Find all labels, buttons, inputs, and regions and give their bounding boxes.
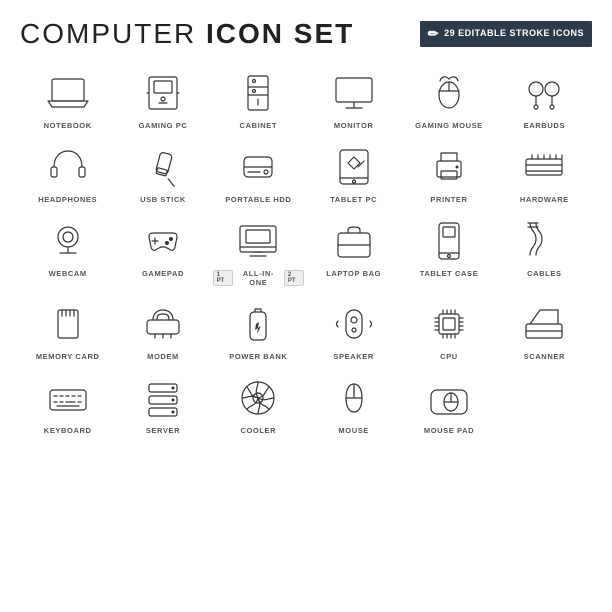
header: COMPUTER ICON SET ✏ 29 EDITABLE STROKE I…: [20, 18, 592, 50]
icon-cell-monitor: MONITOR: [306, 64, 401, 134]
server-label: SERVER: [146, 426, 180, 435]
tablet-case-icon: [426, 218, 472, 264]
tablet-pc-label: TABLET PC: [330, 195, 377, 204]
icon-cell-scanner: SCANNER: [497, 295, 592, 365]
gaming-mouse-icon: [426, 70, 472, 116]
icon-cell-speaker: SPEAKER: [306, 295, 401, 365]
icon-cell-printer: PRINTER: [401, 138, 496, 208]
pt-badge-1: 1 PT: [213, 270, 233, 286]
monitor-icon: [331, 70, 377, 116]
cpu-label: CPU: [440, 352, 458, 361]
icon-cell-gaming-pc: GAMING PC: [115, 64, 210, 134]
cabinet-icon: [235, 70, 281, 116]
notebook-label: NOTEBOOK: [44, 121, 92, 130]
page-title: COMPUTER ICON SET: [20, 18, 354, 50]
icon-cell-cpu: CPU: [401, 295, 496, 365]
tablet-case-label: TABLET CASE: [420, 269, 479, 278]
cables-icon: [521, 218, 567, 264]
icon-cell-gaming-mouse: GAMING MOUSE: [401, 64, 496, 134]
headphones-label: HEADPHONES: [38, 195, 97, 204]
mouse-label: MOUSE: [338, 426, 369, 435]
scanner-label: SCANNER: [524, 352, 565, 361]
icon-cell-usb-stick: USB STICK: [115, 138, 210, 208]
hardware-label: HARDWARE: [520, 195, 569, 204]
icon-cell-cables: CABLES: [497, 212, 592, 291]
badge: ✏ 29 EDITABLE STROKE ICONS: [420, 21, 592, 47]
badge-text: 29 EDITABLE STROKE ICONS: [444, 28, 584, 40]
webcam-label: WEBCAM: [49, 269, 87, 278]
power-bank-icon: [235, 301, 281, 347]
icon-cell-cabinet: CABINET: [211, 64, 306, 134]
power-bank-label: POWER BANK: [229, 352, 287, 361]
cpu-icon: [426, 301, 472, 347]
keyboard-icon: [45, 375, 91, 421]
all-in-one-icon: [235, 218, 281, 264]
gaming-mouse-label: GAMING MOUSE: [415, 121, 483, 130]
icon-cell-memory-card: MEMORY CARD: [20, 295, 115, 365]
cooler-label: COOLER: [240, 426, 276, 435]
notebook-icon: [45, 70, 91, 116]
icon-cell-modem: MODEM: [115, 295, 210, 365]
hardware-icon: [521, 144, 567, 190]
modem-label: MODEM: [147, 352, 179, 361]
laptop-bag-label: LAPTOP BAG: [326, 269, 381, 278]
icon-cell-keyboard: KEYBOARD: [20, 369, 115, 439]
portable-hdd-label: PORTABLE HDD: [225, 195, 291, 204]
printer-label: PRINTER: [430, 195, 467, 204]
cabinet-label: CABINET: [240, 121, 278, 130]
icon-cell-portable-hdd: PORTABLE HDD: [211, 138, 306, 208]
icon-cell-mouse-pad: MOUSE PAD: [401, 369, 496, 439]
server-icon: [140, 375, 186, 421]
keyboard-label: KEYBOARD: [44, 426, 92, 435]
mouse-pad-label: MOUSE PAD: [424, 426, 474, 435]
icon-cell-tablet-case: TABLET CASE: [401, 212, 496, 291]
icon-cell-tablet-pc: TABLET PC: [306, 138, 401, 208]
icon-cell-mouse: MOUSE: [306, 369, 401, 439]
icon-cell-cooler: COOLER: [211, 369, 306, 439]
icon-cell-headphones: HEADPHONES: [20, 138, 115, 208]
portable-hdd-icon: [235, 144, 281, 190]
webcam-icon: [45, 218, 91, 264]
modem-icon: [140, 301, 186, 347]
cables-label: CABLES: [527, 269, 561, 278]
memory-card-icon: [45, 301, 91, 347]
printer-icon: [426, 144, 472, 190]
gamepad-icon: [140, 218, 186, 264]
gaming-pc-label: GAMING PC: [139, 121, 188, 130]
cooler-icon: [235, 375, 281, 421]
badge-icon: ✏: [428, 26, 439, 42]
icon-cell-server: SERVER: [115, 369, 210, 439]
icon-cell-earbuds: EARBUDS: [497, 64, 592, 134]
gamepad-label: GAMEPAD: [142, 269, 184, 278]
all-in-one-label: ALL-IN-ONE: [235, 269, 282, 287]
memory-card-label: MEMORY CARD: [36, 352, 100, 361]
monitor-label: MONITOR: [334, 121, 373, 130]
tablet-pc-icon: [331, 144, 377, 190]
speaker-label: SPEAKER: [333, 352, 373, 361]
icon-cell-all-in-one: 1 PT ALL-IN-ONE 2 PT: [211, 212, 306, 291]
icon-cell-laptop-bag: LAPTOP BAG: [306, 212, 401, 291]
mouse-pad-icon: [426, 375, 472, 421]
headphones-icon: [45, 144, 91, 190]
pt-badge-2: 2 PT: [284, 270, 304, 286]
icon-cell-power-bank: POWER BANK: [211, 295, 306, 365]
earbuds-label: EARBUDS: [524, 121, 565, 130]
all-in-one-label-group: 1 PT ALL-IN-ONE 2 PT: [213, 269, 304, 287]
scanner-icon: [521, 301, 567, 347]
page: COMPUTER ICON SET ✏ 29 EDITABLE STROKE I…: [0, 0, 612, 612]
mouse-icon: [331, 375, 377, 421]
icon-cell-notebook: NOTEBOOK: [20, 64, 115, 134]
usb-stick-icon: [140, 144, 186, 190]
earbuds-icon: [521, 70, 567, 116]
icon-cell-hardware: HARDWARE: [497, 138, 592, 208]
laptop-bag-icon: [331, 218, 377, 264]
icon-grid: NOTEBOOK GAMING PC CABINET MONITOR: [20, 64, 592, 439]
icon-cell-webcam: WEBCAM: [20, 212, 115, 291]
speaker-icon: [331, 301, 377, 347]
gaming-pc-icon: [140, 70, 186, 116]
icon-cell-gamepad: GAMEPAD: [115, 212, 210, 291]
